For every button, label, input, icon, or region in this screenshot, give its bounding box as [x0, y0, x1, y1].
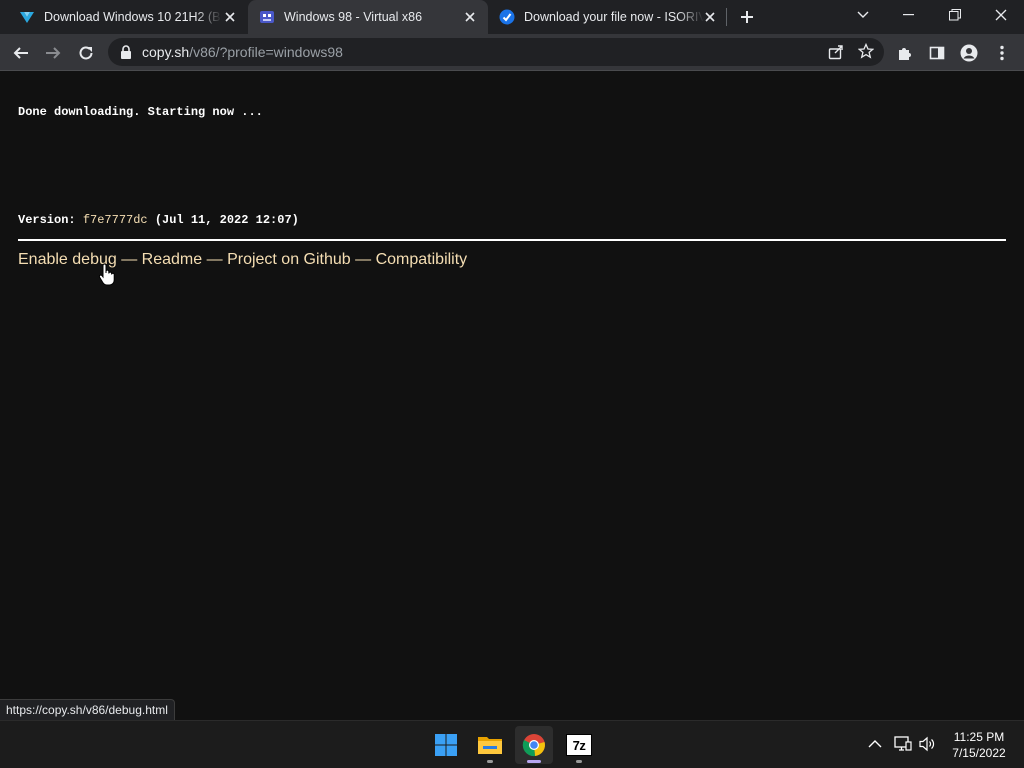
menu-button[interactable]: [989, 40, 1015, 66]
chrome-icon: [522, 734, 545, 757]
link-hover-status: https://copy.sh/v86/debug.html: [0, 699, 175, 721]
browser-toolbar: copy.sh/v86/?profile=windows98: [0, 34, 1024, 71]
clock-time: 11:25 PM: [953, 730, 1005, 744]
active-indicator: [527, 760, 541, 763]
link-separator: —: [206, 251, 223, 268]
address-path: /v86/?profile=windows98: [189, 44, 343, 60]
arrow-left-icon: [13, 47, 28, 59]
start-button[interactable]: [427, 726, 465, 764]
restore-icon: [949, 9, 961, 21]
readme-link[interactable]: Readme: [142, 251, 202, 268]
tab-windows98[interactable]: Windows 98 - Virtual x86: [248, 0, 488, 34]
tab-close-icon[interactable]: [462, 9, 478, 25]
tab-close-icon[interactable]: [702, 9, 718, 25]
version-hash: f7e7777dc: [82, 213, 148, 227]
kebab-menu-icon: [1000, 45, 1004, 61]
github-link[interactable]: Project on Github: [227, 251, 351, 268]
tab-strip: Download Windows 10 21H2 (Bu Windows 98 …: [0, 0, 1024, 34]
tab-search-button[interactable]: [840, 0, 886, 30]
version-line: Version: f7e7777dc (Jul 11, 2022 12:07): [18, 213, 299, 227]
hand-pointer-icon: [98, 263, 116, 287]
share-icon[interactable]: [828, 44, 844, 60]
tab-isoriver[interactable]: Download your file now - ISORIV: [488, 0, 728, 34]
version-date: (Jul 11, 2022 12:07): [154, 213, 299, 227]
tab-title: Download your file now - ISORIV: [524, 10, 704, 24]
boot-status-text: Done downloading. Starting now ...: [18, 105, 263, 119]
arrow-right-icon: [46, 47, 61, 59]
taskbar-7zip[interactable]: 7z: [560, 726, 598, 764]
v86-icon: [258, 8, 276, 26]
check-badge-icon: [498, 8, 516, 26]
profile-button[interactable]: [956, 40, 982, 66]
link-separator: —: [355, 251, 372, 268]
reload-icon: [79, 46, 93, 60]
chevron-down-icon: [857, 11, 869, 18]
forward-button[interactable]: [40, 40, 66, 66]
taskbar-clock[interactable]: 11:25 PM 7/15/2022: [944, 729, 1014, 761]
tab-download-windows[interactable]: Download Windows 10 21H2 (Bu: [0, 0, 248, 34]
download-site-icon: [18, 8, 36, 26]
close-window-button[interactable]: [978, 0, 1024, 30]
chevron-up-icon: [868, 740, 882, 748]
lock-icon[interactable]: [120, 45, 134, 59]
running-indicator: [576, 760, 582, 763]
page-content: Done downloading. Starting now ... Versi…: [0, 71, 1024, 721]
reload-button[interactable]: [73, 40, 99, 66]
clock-date: 7/15/2022: [952, 746, 1006, 760]
version-label: Version:: [18, 213, 76, 227]
tab-close-icon[interactable]: [222, 9, 238, 25]
side-panel-button[interactable]: [924, 40, 950, 66]
running-indicator: [487, 760, 493, 763]
taskbar-chrome[interactable]: [515, 726, 553, 764]
taskbar: 7z 11:25 PM 7/15/2022: [0, 720, 1024, 768]
minimize-button[interactable]: [886, 0, 932, 30]
close-icon: [995, 9, 1007, 21]
address-host: copy.sh: [142, 44, 190, 60]
profile-icon: [960, 44, 978, 62]
bookmark-star-icon[interactable]: [857, 42, 875, 59]
taskbar-file-explorer[interactable]: [471, 726, 509, 764]
tab-separator: [726, 8, 727, 26]
new-tab-button[interactable]: [738, 8, 756, 26]
windows-start-icon: [435, 734, 457, 756]
puzzle-icon: [899, 48, 911, 60]
network-icon: [894, 736, 912, 751]
compatibility-link[interactable]: Compatibility: [376, 251, 468, 268]
restore-button[interactable]: [932, 0, 978, 30]
network-button[interactable]: [892, 733, 914, 755]
link-separator: —: [121, 251, 138, 268]
back-button[interactable]: [8, 40, 34, 66]
tab-title: Windows 98 - Virtual x86: [284, 10, 423, 24]
plus-icon: [741, 11, 753, 23]
side-panel-icon: [929, 46, 945, 60]
7zip-label: 7z: [572, 737, 586, 753]
extensions-button[interactable]: [892, 40, 918, 66]
show-hidden-icons-button[interactable]: [864, 733, 886, 755]
address-bar[interactable]: copy.sh/v86/?profile=windows98: [108, 38, 884, 66]
file-explorer-icon: [478, 737, 502, 754]
minimize-icon: [903, 14, 914, 16]
7zip-icon: 7z: [566, 734, 592, 756]
tab-title: Download Windows 10 21H2 (Bu: [44, 10, 222, 24]
volume-button[interactable]: [917, 733, 939, 755]
horizontal-divider: [18, 239, 1006, 241]
footer-links: Enable debug — Readme — Project on Githu…: [18, 251, 467, 269]
speaker-icon: [919, 736, 935, 752]
address-url: copy.sh/v86/?profile=windows98: [142, 44, 343, 60]
